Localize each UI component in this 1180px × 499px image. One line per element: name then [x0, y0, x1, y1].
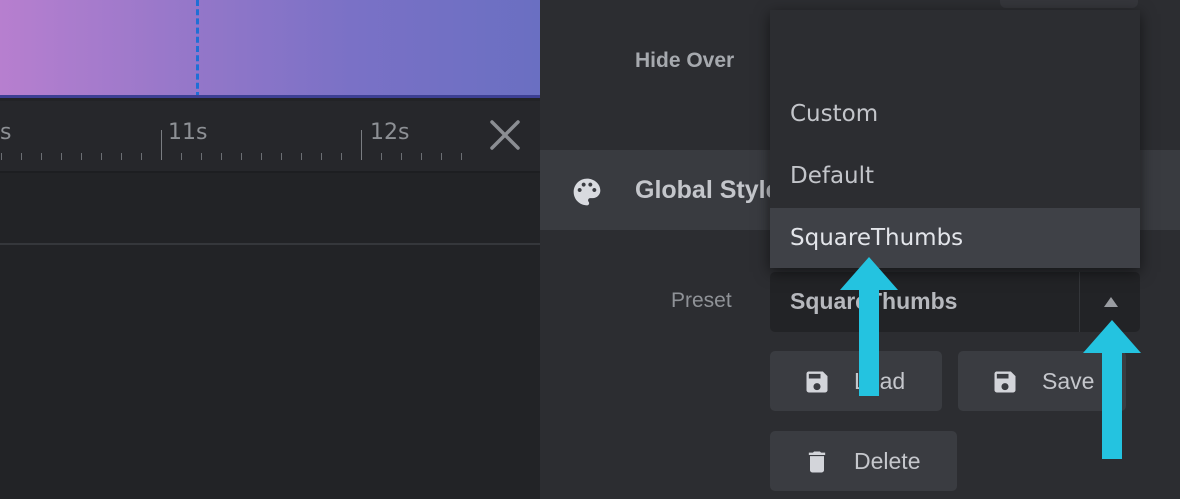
ruler-tick [421, 153, 422, 160]
delete-button[interactable]: Delete [770, 431, 957, 491]
select-divider [1079, 272, 1080, 332]
ruler-tick [21, 153, 22, 160]
ruler-major-tick [161, 130, 162, 160]
top-control[interactable] [1000, 0, 1138, 8]
caret-up-icon[interactable] [1103, 296, 1119, 308]
annotation-arrow-icon [1083, 320, 1141, 459]
trash-icon [808, 451, 826, 473]
ruler-tick [301, 153, 302, 160]
dropdown-option-label: Custom [790, 101, 879, 127]
ruler-ticks [0, 130, 480, 160]
palette-icon [573, 178, 601, 206]
ruler-tick [61, 153, 62, 160]
track-divider [0, 243, 540, 245]
timeline-ruler[interactable] [0, 101, 540, 171]
ruler-tick [201, 153, 202, 160]
ruler-tick [101, 153, 102, 160]
preset-dropdown-menu: Custom Default SquareThumbs [770, 10, 1140, 268]
dropdown-option-label: SquareThumbs [790, 225, 964, 251]
floppy-disk-icon [806, 371, 828, 393]
tick-label-10s: s [0, 120, 12, 145]
ruler-tick [401, 153, 402, 160]
ruler-tick [221, 153, 222, 160]
ruler-tick [341, 153, 342, 160]
floppy-disk-icon [994, 371, 1016, 393]
ruler-tick [441, 153, 442, 160]
ruler-tick [281, 153, 282, 160]
close-icon[interactable] [488, 118, 522, 152]
tick-label-11s: 11s [168, 120, 208, 145]
ruler-tick [261, 153, 262, 160]
hide-over-label: Hide Over [635, 49, 735, 72]
ruler-tick [241, 153, 242, 160]
playhead-marker[interactable] [196, 0, 199, 98]
ruler-major-tick [361, 130, 362, 160]
ruler-tick [81, 153, 82, 160]
ruler-tick [1, 153, 2, 160]
timeline-tracks [0, 173, 540, 499]
tick-label-12s: 12s [370, 120, 410, 145]
ruler-tick [321, 153, 322, 160]
delete-button-label: Delete [854, 448, 921, 474]
dropdown-option-default[interactable]: Default [770, 146, 1140, 206]
ruler-tick [41, 153, 42, 160]
slide-preview [0, 0, 540, 98]
ruler-tick [181, 153, 182, 160]
ruler-tick [381, 153, 382, 160]
dropdown-option-label: Default [790, 163, 875, 189]
dropdown-option-custom[interactable]: Custom [770, 84, 1140, 144]
ruler-tick [121, 153, 122, 160]
ruler-tick [461, 153, 462, 160]
annotation-arrow-icon [840, 257, 898, 396]
preset-label: Preset [671, 289, 732, 312]
ruler-tick [141, 153, 142, 160]
dropdown-option-squarethumbs[interactable]: SquareThumbs [770, 208, 1140, 268]
